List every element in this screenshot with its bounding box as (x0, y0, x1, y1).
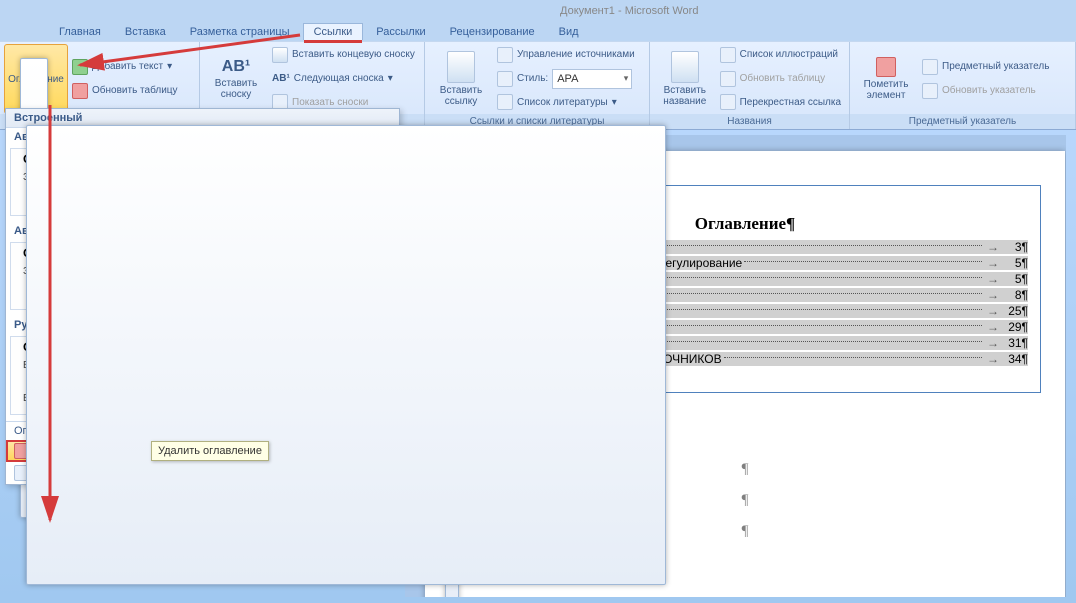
group-captions: Вставить название Список иллюстраций Обн… (650, 42, 850, 129)
title-bar: Документ1 - Microsoft Word (0, 0, 1076, 22)
insert-footnote-button[interactable]: AB¹ Вставить сноску (204, 44, 268, 114)
style-dropdown[interactable]: APA (552, 69, 632, 89)
index-icon (922, 59, 938, 75)
tab-review[interactable]: Рецензирование (439, 23, 546, 41)
fig-list-button[interactable]: Список иллюстраций (716, 44, 845, 66)
tab-layout[interactable]: Разметка страницы (179, 23, 301, 41)
insert-citation-button[interactable]: Вставить ссылку (429, 44, 493, 114)
update-table-button[interactable]: Обновить таблицу (68, 80, 182, 102)
mark-icon (876, 57, 896, 77)
sources-icon (497, 47, 513, 63)
tab-links[interactable]: Ссылки (303, 23, 364, 41)
update-table2-button[interactable]: Обновить таблицу (716, 68, 845, 90)
index-button[interactable]: Предметный указатель (918, 56, 1053, 78)
update-index-button[interactable]: Обновить указатель (918, 80, 1053, 102)
crossref-button[interactable]: Перекрестная ссылка (716, 91, 845, 113)
page-icon (26, 125, 666, 585)
manage-sources-button[interactable]: Управление источниками (493, 44, 639, 66)
tab-insert[interactable]: Вставка (114, 23, 177, 41)
next-footnote-button[interactable]: AB¹Следующая сноска ▾ (268, 68, 419, 90)
insert-endnote-button[interactable]: Вставить концевую сноску (268, 44, 419, 66)
group-citations: Вставить ссылку Управление источниками С… (425, 42, 650, 129)
crossref-icon (720, 94, 736, 110)
group-label-captions: Названия (650, 114, 849, 129)
dd-custom-toc[interactable]: Оглавление... (6, 422, 399, 440)
doc-title: Документ1 - Microsoft Word (560, 5, 698, 17)
tab-view[interactable]: Вид (548, 23, 590, 41)
ab-icon: AB¹ (222, 58, 250, 76)
group-index: Пометить элемент Предметный указатель Об… (850, 42, 1076, 129)
ab-small-icon: AB¹ (272, 73, 290, 84)
figlist-icon (720, 47, 736, 63)
mark-entry-button[interactable]: Пометить элемент (854, 44, 918, 114)
insert-caption-button[interactable]: Вставить название (654, 44, 716, 114)
endnote-icon (272, 47, 288, 63)
bibliography-icon (497, 94, 513, 110)
tab-home[interactable]: Главная (48, 23, 112, 41)
plus-icon (72, 59, 88, 75)
add-text-button[interactable]: Добавить текст ▾ (68, 56, 182, 78)
group-label-index: Предметный указатель (850, 114, 1075, 129)
refresh-icon (72, 83, 88, 99)
update2-icon (720, 71, 736, 87)
tab-mailings[interactable]: Рассылки (365, 23, 436, 41)
office-button[interactable] (10, 22, 46, 41)
dd-tooltip: Удалить оглавление (151, 441, 269, 461)
toc-gallery-dropdown[interactable]: Встроенный Автособираемое оглавление 1 О… (5, 108, 400, 485)
ribbon-tabs: Главная Вставка Разметка страницы Ссылки… (0, 22, 1076, 41)
bibliography-button[interactable]: Список литературы ▾ (493, 91, 639, 113)
style-icon (497, 71, 513, 87)
toc-button[interactable]: Оглавление (4, 44, 68, 114)
caption-icon (671, 51, 699, 83)
citation-icon (447, 51, 475, 83)
style-row: Стиль: APA (493, 68, 639, 90)
updindex-icon (922, 83, 938, 99)
